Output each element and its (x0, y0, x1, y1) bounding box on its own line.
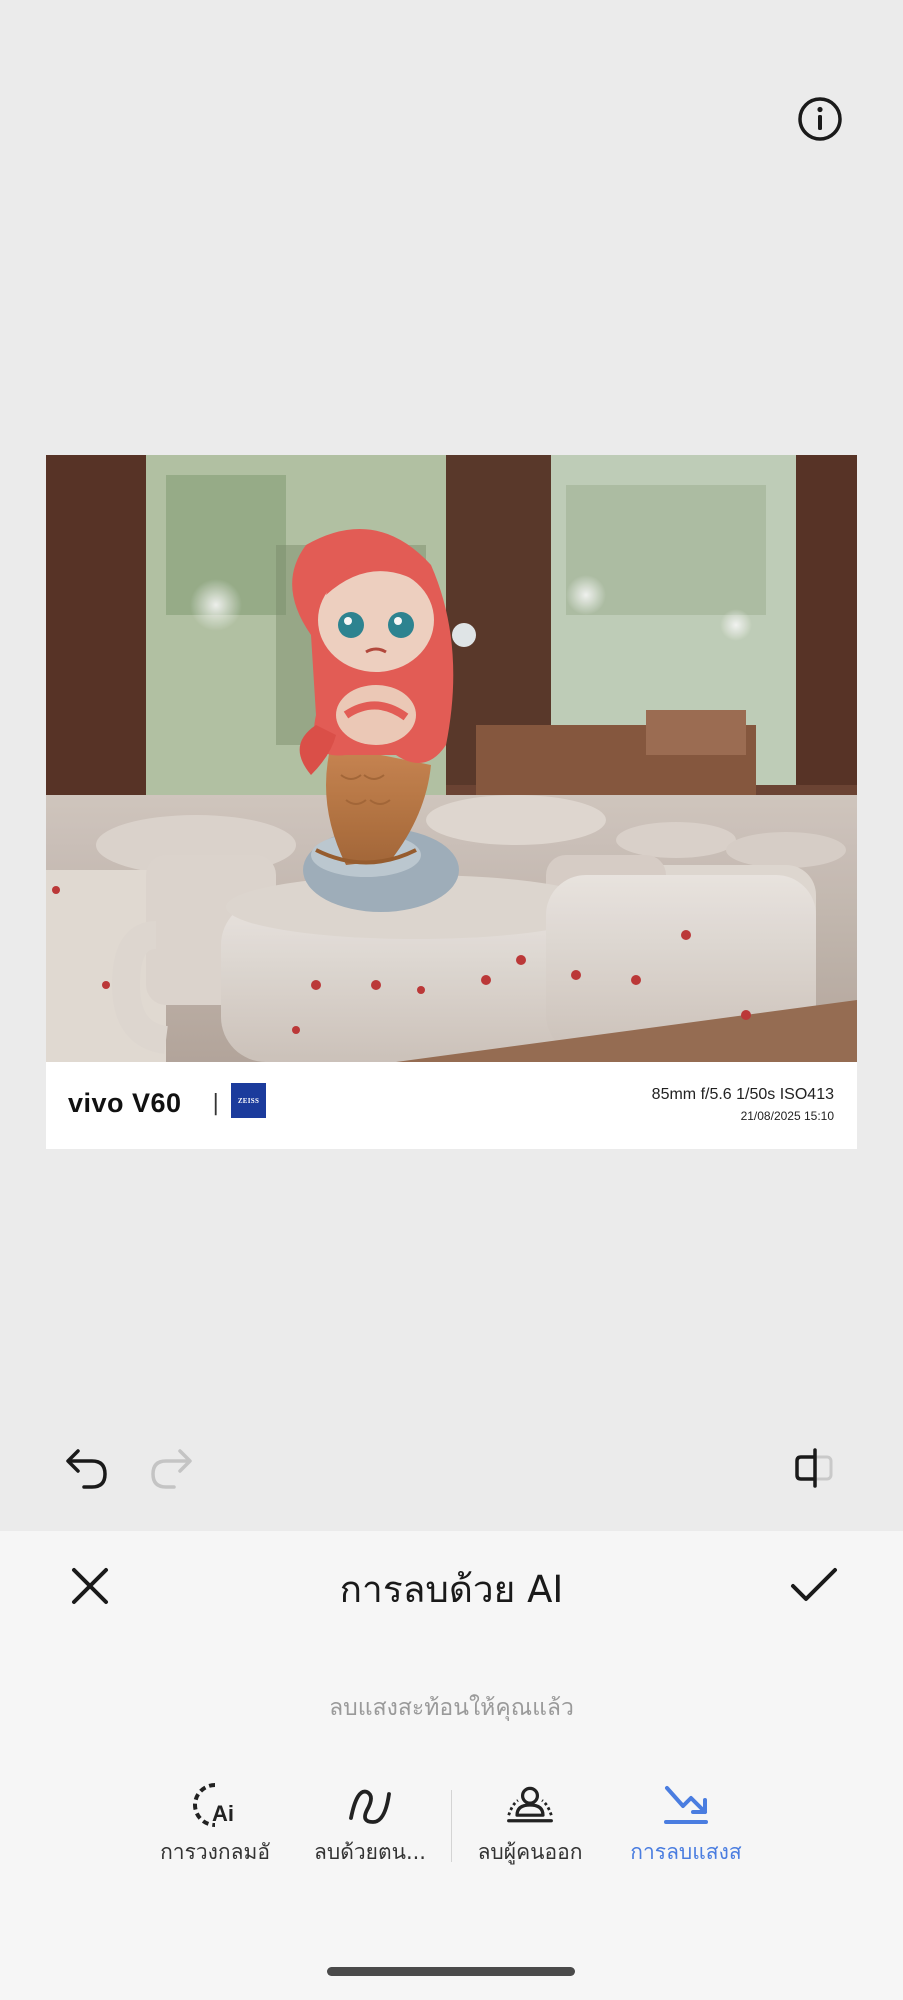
panel-title: การลบด้วย AI (339, 1568, 564, 1611)
ai-circle-icon: Ai (190, 1780, 240, 1830)
info-button[interactable] (796, 95, 844, 143)
tab-label: การลบแสงส (630, 1840, 742, 1864)
zeiss-logo-text: ZEISS (237, 1096, 260, 1105)
redo-button[interactable] (141, 1438, 201, 1498)
tab-label: ลบด้วยตน... (314, 1840, 426, 1864)
tab-remove-reflection[interactable]: การลบแสงส (606, 1780, 766, 1870)
zeiss-logo-icon: ZEISS (231, 1083, 266, 1118)
undo-icon (66, 1449, 107, 1489)
photo-watermark: vivo V60 | ZEISS 85mm f/5.6 1/50s ISO413… (46, 1062, 857, 1149)
brush-stroke-icon (345, 1780, 395, 1830)
svg-text:Ai: Ai (212, 1801, 234, 1826)
apply-button[interactable] (784, 1556, 844, 1616)
redo-icon (151, 1449, 192, 1489)
remove-people-icon (505, 1780, 555, 1830)
tab-label: การวงกลมอั (160, 1840, 270, 1864)
tab-ai-circle[interactable]: Ai การวงกลมอั (135, 1780, 295, 1870)
watermark-brand: vivo V60 (68, 1088, 182, 1118)
watermark-separator: | (212, 1091, 220, 1116)
compare-button[interactable] (785, 1438, 845, 1498)
watermark-camera-params: 85mm f/5.6 1/50s ISO413 (651, 1086, 834, 1103)
photo-image (46, 455, 857, 1062)
tab-remove-people[interactable]: ลบผู้คนออก (450, 1780, 610, 1870)
compare-icon (795, 1448, 833, 1488)
tab-label: ลบผู้คนออก (477, 1840, 583, 1864)
status-message: ลบแสงสะท้อนให้คุณแล้ว (329, 1695, 574, 1721)
checkmark-icon (791, 1568, 837, 1601)
remove-reflection-icon (661, 1780, 711, 1830)
watermark-datetime: 21/08/2025 15:10 (740, 1109, 834, 1123)
undo-button[interactable] (57, 1438, 117, 1498)
info-icon (798, 97, 842, 141)
home-indicator[interactable] (327, 1967, 575, 1976)
tab-manual-erase[interactable]: ลบด้วยตน... (290, 1780, 450, 1870)
photo-preview[interactable]: vivo V60 | ZEISS 85mm f/5.6 1/50s ISO413… (46, 455, 857, 1149)
